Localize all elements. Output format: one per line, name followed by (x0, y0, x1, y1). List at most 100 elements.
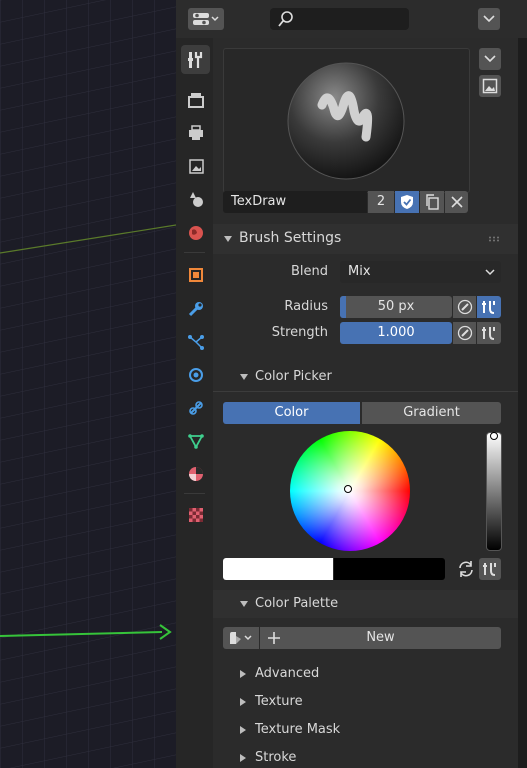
tab-material[interactable] (181, 459, 210, 488)
properties-header (176, 0, 527, 39)
tab-tool[interactable] (181, 45, 210, 74)
chevron-down-icon (483, 15, 495, 23)
viewport-grid (0, 0, 176, 768)
image-icon (482, 78, 498, 94)
collapsed-arrow-icon (240, 754, 246, 762)
brush-name: TexDraw (231, 194, 287, 209)
tab-object[interactable] (181, 260, 210, 289)
color-palette-header[interactable]: Color Palette (213, 590, 518, 618)
brush-preview[interactable] (223, 48, 470, 193)
view-layer-icon (188, 158, 204, 174)
tool-icon (187, 51, 202, 68)
strength-pressure-button[interactable] (453, 322, 476, 344)
tab-particles[interactable] (181, 327, 210, 356)
tab-output[interactable] (181, 118, 210, 147)
brush-texdraw-icon (287, 62, 405, 180)
wrench-icon (188, 301, 203, 316)
search-icon (278, 11, 293, 27)
close-icon (450, 196, 463, 208)
color-wheel-cursor[interactable] (344, 485, 352, 493)
options-dropdown-button[interactable] (478, 8, 500, 30)
strength-label: Strength (271, 325, 328, 340)
blend-dropdown[interactable]: Mix (340, 261, 501, 283)
output-icon (188, 124, 203, 140)
constraints-icon (188, 400, 203, 415)
texture-panel-header[interactable]: Texture (213, 688, 518, 716)
properties-tabs (176, 38, 213, 768)
shield-icon (401, 195, 413, 209)
render-icon (187, 92, 204, 108)
tab-gradient[interactable]: Gradient (362, 402, 501, 424)
tab-world[interactable] (181, 218, 210, 247)
brush-users-count[interactable]: 2 (368, 191, 394, 213)
value-slider-handle[interactable] (490, 432, 498, 440)
strength-unified-button[interactable] (477, 322, 501, 344)
panel-scroll-gutter[interactable] (518, 38, 527, 768)
unlink-brush-button[interactable] (445, 191, 468, 213)
chevron-down-icon (484, 55, 496, 63)
tab-physics[interactable] (181, 360, 210, 389)
tab-texture[interactable] (181, 500, 210, 529)
duplicate-brush-button[interactable] (420, 191, 444, 213)
brush-preview-expand-button[interactable] (479, 48, 501, 70)
color-picker-header[interactable]: Color Picker (213, 363, 518, 391)
stroke-panel-header[interactable]: Stroke (213, 744, 518, 768)
brush-settings-title: Brush Settings (239, 230, 342, 246)
blend-label: Blend (290, 264, 328, 279)
primary-color-swatch[interactable] (223, 558, 333, 580)
particles-icon (187, 334, 204, 350)
brush-image-button[interactable] (479, 75, 501, 97)
3d-viewport[interactable] (0, 0, 176, 768)
color-wheel[interactable] (290, 431, 410, 551)
pen-pressure-icon (457, 299, 472, 315)
radius-pressure-button[interactable] (453, 296, 476, 318)
palette-icon (230, 632, 252, 644)
swap-colors-button[interactable] (455, 558, 477, 580)
radius-slider[interactable]: 50 px (340, 296, 452, 318)
collapsed-arrow-icon (240, 698, 246, 706)
tab-color[interactable]: Color (223, 402, 360, 424)
expanded-arrow-icon (224, 236, 232, 242)
radius-label: Radius (284, 299, 328, 314)
physics-icon (188, 367, 203, 382)
color-unified-button[interactable] (479, 558, 501, 580)
pen-pressure-icon (457, 325, 472, 341)
tab-data[interactable] (181, 426, 210, 455)
collapsed-arrow-icon (240, 726, 246, 734)
unified-settings-icon (483, 563, 496, 576)
color-picker-title: Color Picker (255, 369, 332, 384)
editor-type-button[interactable] (188, 8, 224, 30)
brush-settings-header[interactable]: Brush Settings (213, 224, 518, 254)
tab-view-layer[interactable] (181, 151, 210, 180)
tab-scene[interactable] (181, 184, 210, 213)
collapsed-arrow-icon (240, 670, 246, 678)
search-input[interactable] (270, 8, 409, 30)
world-icon (188, 225, 203, 240)
secondary-color-swatch[interactable] (334, 558, 445, 580)
radius-unified-button[interactable] (477, 296, 501, 318)
strength-slider[interactable]: 1.000 (340, 322, 452, 344)
chevron-down-icon (485, 269, 495, 276)
texture-icon (188, 507, 203, 522)
advanced-panel-header[interactable]: Advanced (213, 660, 518, 688)
tab-constraints[interactable] (181, 393, 210, 422)
palette-browse-button[interactable] (223, 627, 259, 649)
material-icon (188, 466, 203, 481)
scene-icon (189, 191, 203, 207)
expanded-arrow-icon (240, 374, 248, 380)
duplicate-icon (426, 194, 439, 210)
unified-settings-icon (482, 327, 495, 340)
drag-handle-icon[interactable] (488, 236, 502, 242)
expanded-arrow-icon (240, 601, 248, 607)
texture-mask-panel-header[interactable]: Texture Mask (213, 716, 518, 744)
tab-render[interactable] (181, 85, 210, 114)
tab-modifiers[interactable] (181, 294, 210, 323)
color-palette-title: Color Palette (255, 596, 339, 611)
new-palette-button[interactable]: New (260, 627, 501, 649)
properties-editor-icon (193, 13, 219, 25)
tool-properties-panel: TexDraw 2 Brush Settings Blend Mix Radiu… (213, 38, 518, 768)
fake-user-button[interactable] (395, 191, 419, 213)
mesh-data-icon (187, 433, 204, 449)
value-slider[interactable] (486, 432, 502, 551)
brush-name-field[interactable]: TexDraw (223, 191, 367, 213)
